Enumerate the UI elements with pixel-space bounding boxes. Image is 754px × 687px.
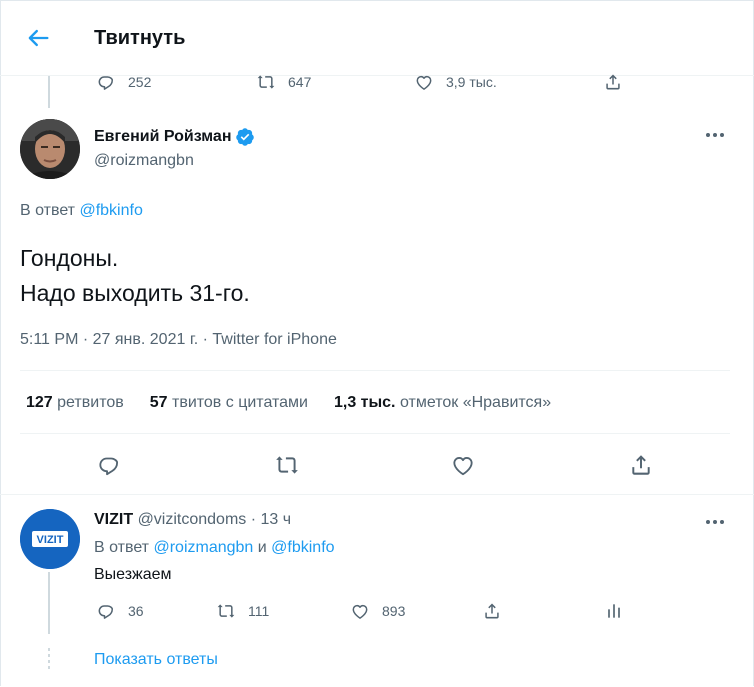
thread-line-reply — [48, 572, 50, 634]
retweet-icon — [217, 604, 235, 618]
tweet-text-line1: Гондоны. — [20, 245, 119, 271]
retweets-label: ретвитов — [57, 394, 124, 411]
prev-reply-count: 252 — [128, 74, 152, 90]
reply-to-link-2[interactable]: @fbkinfo — [271, 539, 334, 556]
back-arrow-icon[interactable] — [24, 24, 52, 52]
tweet-text-line2: Надо выходить 31-го. — [20, 280, 250, 306]
likes-label: отметок «Нравится» — [399, 394, 552, 411]
reply-header: VIZIT @vizitcondoms · 13 ч — [94, 511, 291, 529]
reply-icon — [98, 76, 113, 90]
share-icon — [606, 74, 620, 90]
prev-retweet-button[interactable]: 647 — [256, 72, 311, 92]
reply-avatar[interactable]: VIZIT — [20, 509, 80, 569]
like-icon[interactable] — [450, 452, 476, 478]
reply-retweet-button[interactable]: 111 — [216, 601, 269, 621]
prev-retweet-count: 647 — [288, 74, 312, 90]
reply-to-link-1[interactable]: @roizmangbn — [153, 539, 253, 556]
prev-reply-button[interactable]: 252 — [96, 72, 151, 92]
thread-dots — [48, 648, 50, 670]
tweet-stats: 127 ретвитов 57 твитов с цитатами 1,3 ты… — [26, 394, 577, 412]
divider — [20, 433, 730, 434]
quotes-label: твитов с цитатами — [171, 394, 308, 411]
author-handle[interactable]: @roizmangbn — [94, 152, 194, 170]
reply-sep: · — [250, 511, 257, 528]
like-icon — [416, 75, 432, 90]
prev-like-button[interactable]: 3,9 тыс. — [414, 72, 497, 92]
retweets-count: 127 — [26, 394, 53, 411]
quotes-count: 57 — [149, 394, 168, 411]
retweet-icon[interactable] — [274, 452, 300, 478]
likes-count: 1,3 тыс. — [333, 394, 396, 411]
retweet-icon — [257, 75, 275, 89]
reply-icon[interactable] — [96, 452, 122, 478]
meta-sep: · — [82, 331, 89, 348]
reply-conj: и — [257, 539, 267, 556]
divider — [20, 370, 730, 371]
reply-to-line: В ответ @fbkinfo — [20, 202, 143, 220]
tweet-source[interactable]: Twitter for iPhone — [212, 331, 337, 348]
author-name[interactable]: Евгений Ройзман — [94, 127, 255, 147]
reply-reply-button[interactable]: 36 — [96, 601, 144, 621]
reply-like-count: 893 — [382, 603, 406, 619]
reply-icon — [98, 605, 113, 619]
retweets-stat[interactable]: 127 ретвитов — [26, 394, 124, 412]
share-icon[interactable] — [628, 452, 654, 478]
tweet-time[interactable]: 5:11 PM — [20, 331, 78, 348]
author-avatar[interactable] — [20, 119, 80, 179]
author-name-text: Евгений Ройзман — [94, 128, 232, 145]
meta-sep: · — [202, 331, 208, 348]
header: Твитнуть — [0, 0, 754, 76]
reply-author-handle[interactable]: @vizitcondoms — [138, 511, 247, 528]
reply-to-link[interactable]: @fbkinfo — [79, 202, 142, 219]
reply-prefix: В ответ — [20, 202, 76, 219]
tweet-date[interactable]: 27 янв. 2021 г. — [93, 331, 199, 348]
divider — [0, 494, 754, 495]
share-icon — [485, 603, 499, 619]
more-icon[interactable] — [706, 130, 728, 140]
analytics-icon — [608, 604, 620, 618]
page-title: Твитнуть — [94, 27, 186, 49]
reply-share-button[interactable] — [482, 601, 514, 621]
more-icon[interactable] — [706, 517, 728, 527]
reply-to-line: В ответ @roizmangbn и @fbkinfo — [94, 539, 335, 557]
reply-age[interactable]: 13 ч — [261, 511, 292, 528]
reply-retweet-count: 111 — [248, 603, 270, 619]
reply-author-name[interactable]: VIZIT — [94, 511, 133, 528]
tweet-meta: 5:11 PM · 27 янв. 2021 г. · Twitter for … — [20, 331, 337, 349]
like-icon — [352, 604, 368, 619]
reply-analytics-button[interactable] — [604, 601, 636, 621]
prev-share-button[interactable] — [603, 72, 635, 92]
prev-like-count: 3,9 тыс. — [446, 74, 497, 90]
prev-tweet-actions: 252 647 3,9 тыс. — [0, 66, 754, 100]
reply-like-button[interactable]: 893 — [350, 601, 405, 621]
vizit-logo: VIZIT — [20, 509, 80, 569]
author-photo — [20, 119, 80, 179]
reply-reply-count: 36 — [128, 603, 144, 619]
verified-icon — [236, 128, 255, 146]
quotes-stat[interactable]: 57 твитов с цитатами — [150, 394, 308, 412]
reply-prefix: В ответ — [94, 539, 150, 556]
likes-stat[interactable]: 1,3 тыс. отметок «Нравится» — [334, 394, 551, 412]
tweet-text: Гондоны. Надо выходить 31-го. — [20, 241, 250, 311]
reply-text: Выезжаем — [94, 566, 172, 583]
vizit-logo-text: VIZIT — [37, 534, 64, 546]
show-replies-link[interactable]: Показать ответы — [94, 651, 218, 669]
